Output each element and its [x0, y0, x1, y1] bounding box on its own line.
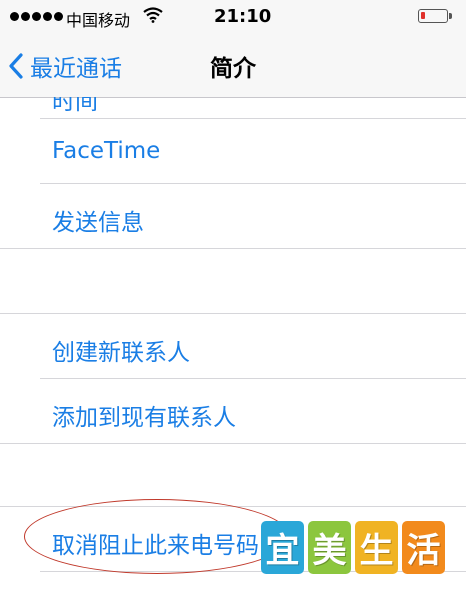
watermark-logo: 宜 美 生 活 [261, 521, 445, 574]
facetime-label: FaceTime [52, 138, 161, 164]
create-contact-button[interactable]: 创建新联系人 [0, 314, 466, 378]
wifi-icon [143, 7, 163, 27]
watermark-char: 活 [402, 521, 445, 574]
section-divider [0, 248, 466, 249]
add-to-existing-contact-label: 添加到现有联系人 [52, 405, 236, 431]
navigation-bar: 最近通话 简介 [0, 34, 466, 98]
watermark-char: 宜 [261, 521, 304, 574]
battery-tip [449, 13, 452, 19]
facetime-button[interactable]: FaceTime [0, 119, 466, 183]
list-item-partial-label: 时间 [52, 97, 98, 115]
highlight-oval [24, 499, 290, 574]
signal-strength-icon [10, 12, 63, 21]
list-item-partial[interactable]: 时间 [0, 97, 466, 119]
status-bar: 中国移动 21:10 [0, 0, 466, 34]
add-to-existing-contact-button[interactable]: 添加到现有联系人 [0, 379, 466, 443]
watermark-char: 美 [308, 521, 351, 574]
send-message-label: 发送信息 [52, 210, 144, 236]
create-contact-label: 创建新联系人 [52, 340, 190, 366]
watermark-char: 生 [355, 521, 398, 574]
send-message-button[interactable]: 发送信息 [0, 184, 466, 248]
section-divider [0, 443, 466, 444]
status-time: 21:10 [214, 6, 272, 27]
carrier-name: 中国移动 [66, 11, 131, 30]
page-title: 简介 [210, 56, 256, 82]
battery-icon [418, 9, 448, 23]
